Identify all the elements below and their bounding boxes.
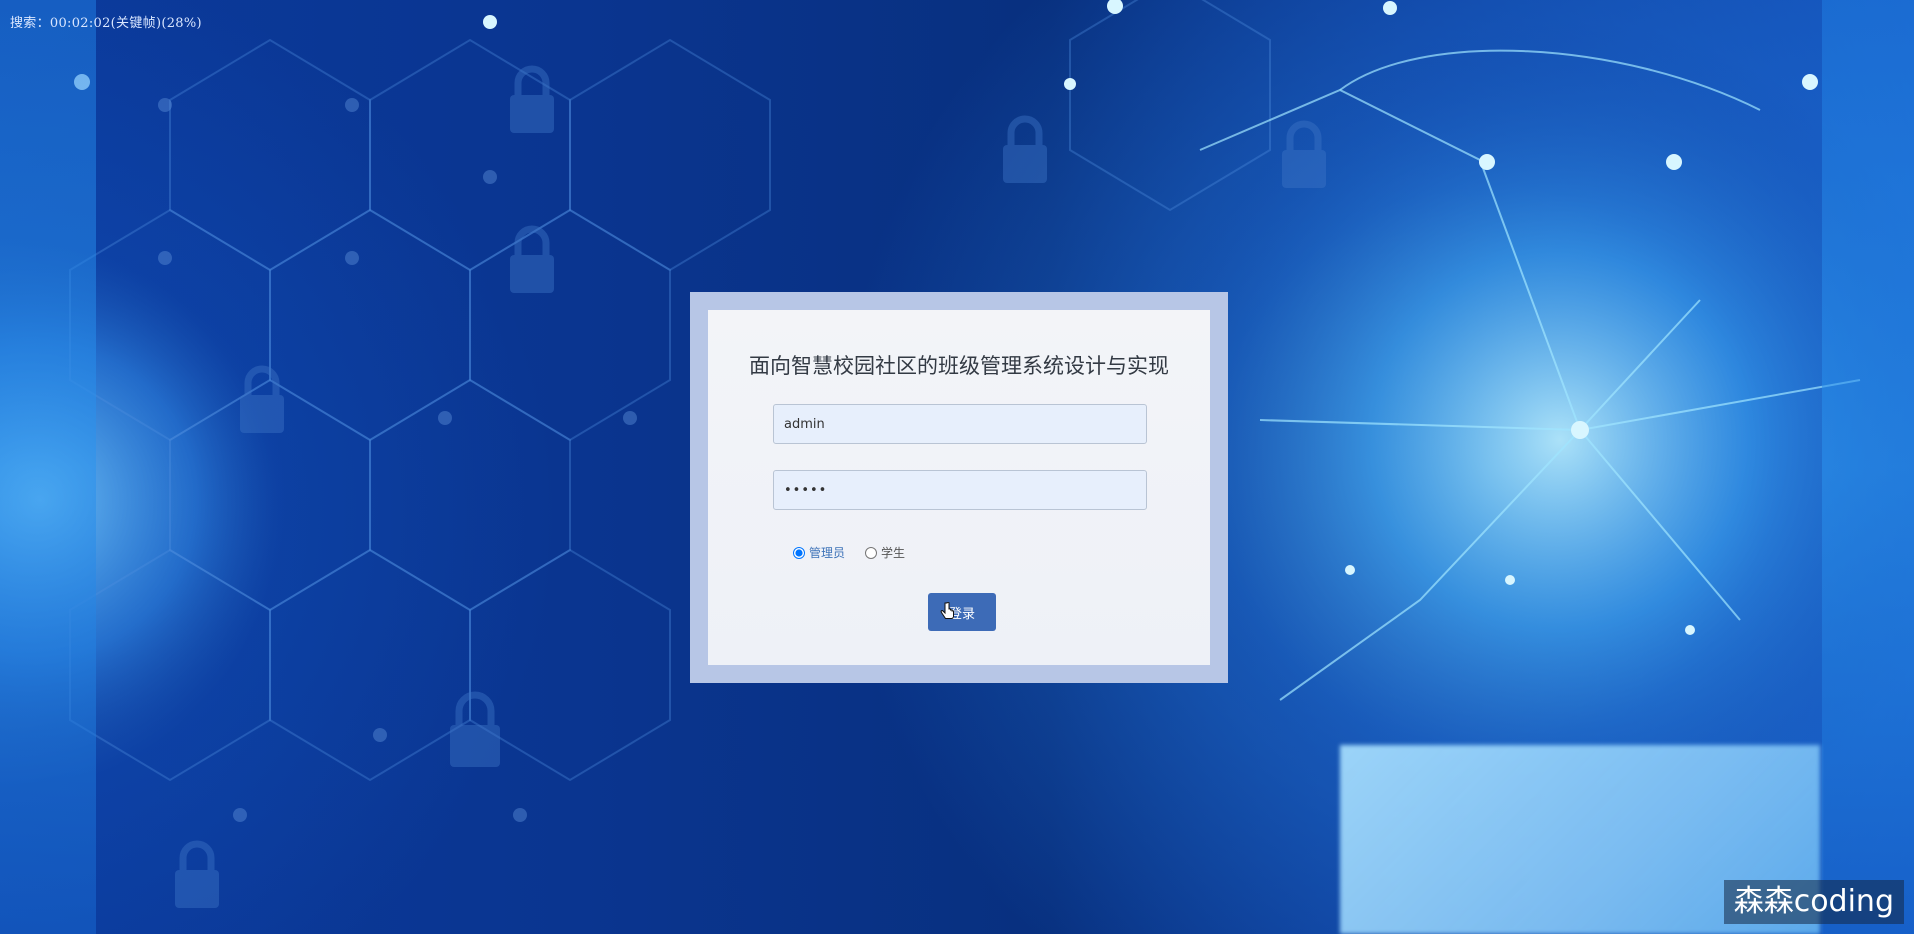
username-input[interactable] <box>773 404 1147 444</box>
login-card: 面向智慧校园社区的班级管理系统设计与实现 管理员 学生 登录 <box>708 310 1210 665</box>
left-side-strip <box>0 0 96 934</box>
login-screen: 搜索：00:02:02(关键帧)(28%) 面向智慧校园社区的班级管理系统设计与… <box>0 0 1914 934</box>
role-option-admin[interactable]: 管理员 <box>793 544 845 561</box>
login-dialog-frame: 面向智慧校园社区的班级管理系统设计与实现 管理员 学生 登录 <box>690 292 1228 683</box>
role-label-student: 学生 <box>881 546 906 560</box>
role-radio-student[interactable] <box>865 546 878 559</box>
role-radio-admin[interactable] <box>793 546 805 559</box>
right-side-strip <box>1822 0 1914 934</box>
role-label-admin: 管理员 <box>809 546 846 560</box>
video-timestamp: 搜索：00:02:02(关键帧)(28%) <box>10 16 202 31</box>
role-selector: 管理员 学生 <box>793 544 905 561</box>
login-button[interactable]: 登录 <box>928 593 996 631</box>
system-title: 面向智慧校园社区的班级管理系统设计与实现 <box>749 354 1169 378</box>
password-input[interactable] <box>773 470 1147 510</box>
channel-watermark: 森森coding <box>1723 880 1904 924</box>
role-option-student[interactable]: 学生 <box>865 544 905 561</box>
